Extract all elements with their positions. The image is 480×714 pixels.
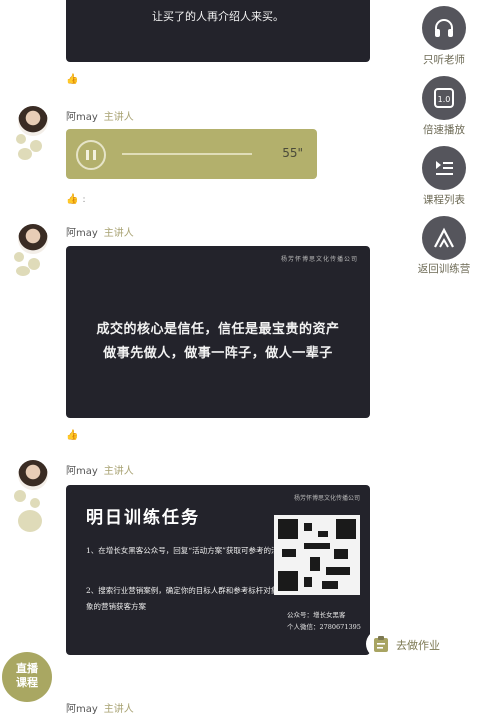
- thumbs-up-icon[interactable]: 👍: [66, 74, 78, 85]
- quote-line-2: 做事先做人，做事一阵子，做人一辈子: [103, 346, 333, 361]
- speaker-line: 阿may 主讲人: [66, 700, 134, 714]
- do-homework-button[interactable]: 去做作业: [366, 630, 462, 658]
- watermark-decoration: [293, 418, 353, 518]
- like-row[interactable]: 👍: [66, 74, 78, 85]
- qr-caption-wechat: 个人微信：2780671395: [287, 623, 361, 631]
- clipboard-icon: [374, 636, 388, 652]
- like-separator: :: [82, 195, 86, 205]
- avatar[interactable]: [18, 224, 48, 254]
- list-icon: [436, 161, 453, 175]
- sidebar-label[interactable]: 只听老师: [406, 52, 480, 67]
- card-text-line: 让买了的人再介绍人来买。: [152, 10, 284, 23]
- audio-message[interactable]: 55": [66, 129, 317, 179]
- avatar[interactable]: [18, 460, 48, 490]
- audio-duration: 55": [282, 146, 303, 160]
- live-course-badge[interactable]: 直播 课程: [2, 652, 52, 702]
- thumbs-up-icon[interactable]: 👍: [66, 194, 78, 205]
- badge-line-2: 课程: [16, 676, 38, 689]
- image-card-top[interactable]: 让买了的人再介绍人来买。: [66, 0, 370, 62]
- speaker-line: 阿may 主讲人: [66, 108, 134, 123]
- speaker-name: 阿may: [66, 704, 98, 714]
- badge-line-1: 直播: [16, 662, 38, 675]
- speaker-role: 主讲人: [103, 228, 134, 239]
- homework-label: 去做作业: [396, 639, 440, 652]
- brand-watermark: 杨芳怀博思文化传播公司: [280, 256, 358, 263]
- listen-teacher-button[interactable]: [422, 6, 466, 50]
- speaker-line: 阿may 主讲人: [66, 462, 134, 477]
- speaker-role: 主讲人: [103, 466, 134, 477]
- avatar[interactable]: [18, 106, 48, 136]
- audio-progress-track[interactable]: [122, 153, 252, 155]
- pause-button[interactable]: [76, 140, 106, 170]
- return-icon: [434, 227, 454, 248]
- svg-text:1.0: 1.0: [438, 95, 451, 104]
- sidebar-label[interactable]: 倍速播放: [406, 122, 480, 137]
- headphones-icon: [435, 19, 453, 37]
- sidebar-label[interactable]: 返回训练营: [406, 261, 480, 276]
- qr-code: [274, 515, 360, 595]
- playback-speed-button[interactable]: 1.0: [422, 76, 466, 120]
- speaker-role: 主讲人: [103, 112, 134, 123]
- task-title: 明日训练任务: [86, 508, 200, 528]
- return-camp-button[interactable]: [422, 216, 466, 260]
- thumbs-up-icon[interactable]: 👍: [66, 430, 78, 441]
- speaker-name: 阿may: [66, 228, 98, 239]
- speaker-line: 阿may 主讲人: [66, 224, 134, 239]
- like-row[interactable]: 👍:: [66, 194, 86, 205]
- course-list-button[interactable]: [422, 146, 466, 190]
- speaker-name: 阿may: [66, 112, 98, 123]
- speed-icon: 1.0: [434, 88, 454, 108]
- like-row[interactable]: 👍: [66, 430, 78, 441]
- speaker-role: 主讲人: [103, 704, 134, 714]
- sidebar-label[interactable]: 课程列表: [406, 192, 480, 207]
- qr-caption-account: 公众号：增长女黑客: [287, 611, 346, 619]
- speaker-name: 阿may: [66, 466, 98, 477]
- quote-image-card[interactable]: 杨芳怀博思文化传播公司 成交的核心是信任，信任是最宝贵的资产 做事先做人，做事一…: [66, 246, 370, 418]
- quote-line-1: 成交的核心是信任，信任是最宝贵的资产: [96, 322, 340, 337]
